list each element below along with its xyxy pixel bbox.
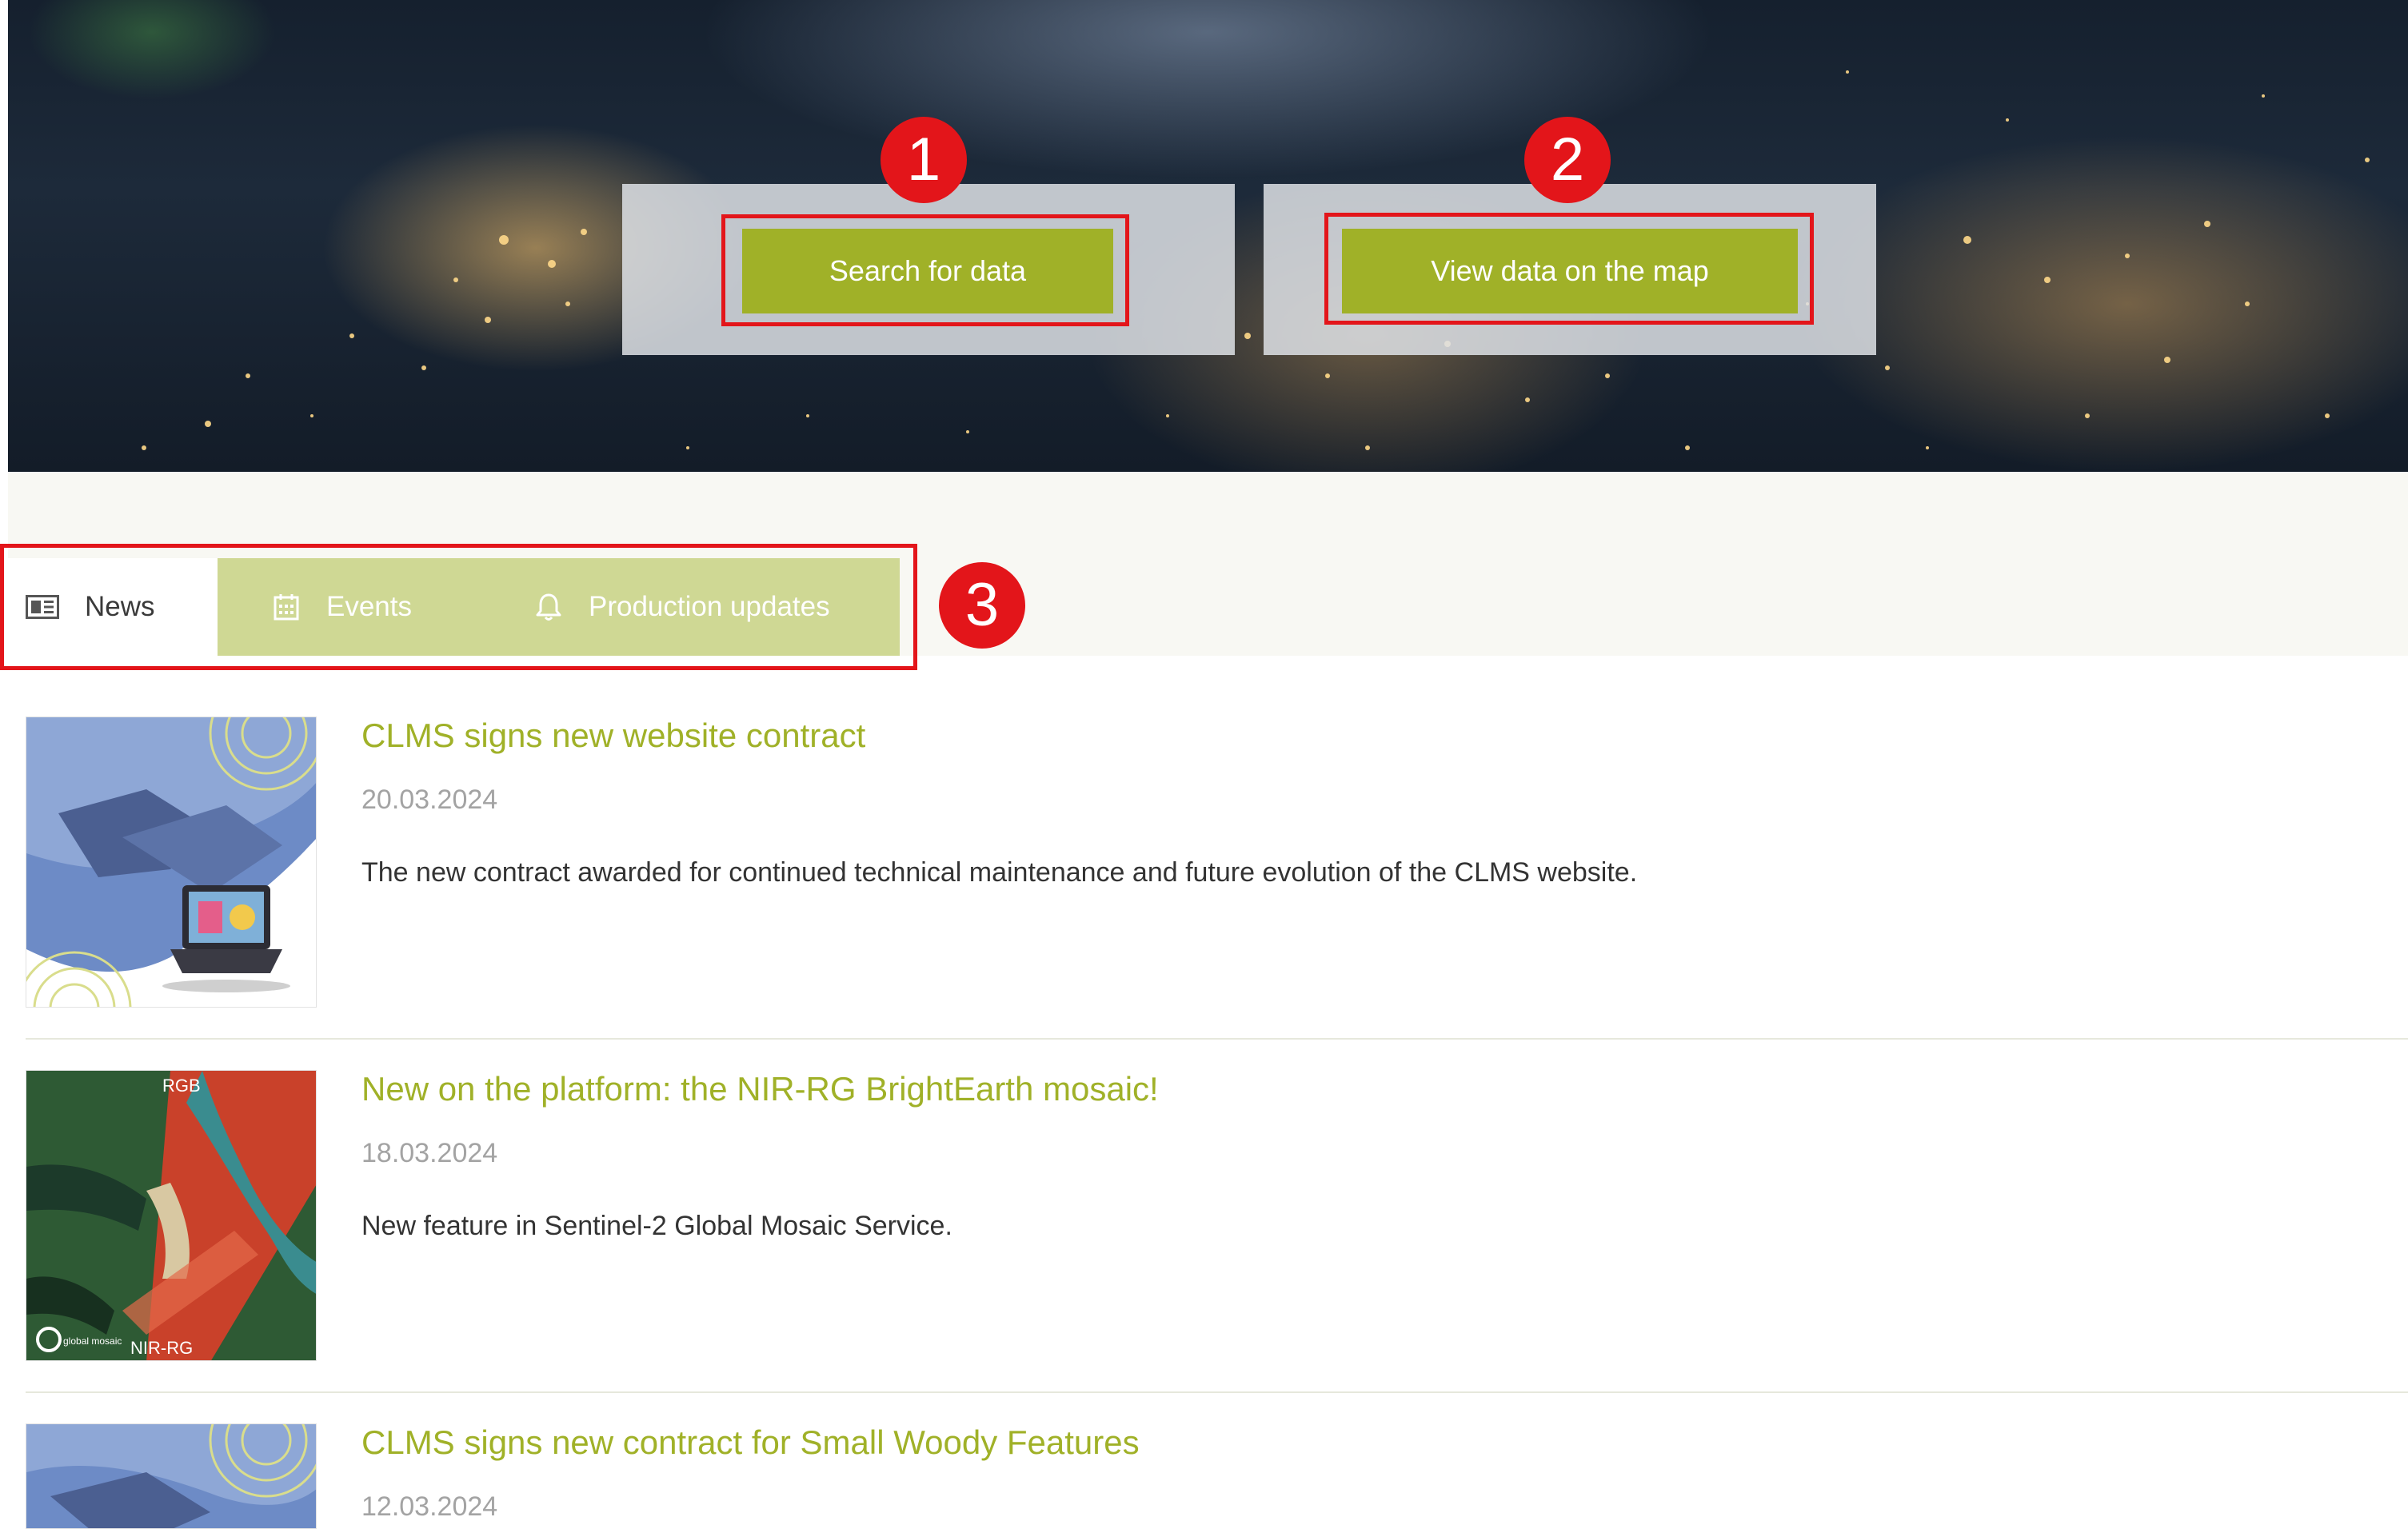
annotation-box-2 (1324, 213, 1814, 325)
news-separator (26, 1038, 2408, 1040)
news-date: 20.03.2024 (361, 784, 498, 815)
news-title[interactable]: CLMS signs new website contract (361, 717, 865, 755)
handshake-image (26, 1424, 316, 1528)
news-thumbnail[interactable] (26, 1423, 317, 1529)
satellite-mosaic-image: RGB NIR-RG global mosaic (26, 1071, 316, 1360)
news-thumbnail[interactable]: RGB NIR-RG global mosaic (26, 1070, 317, 1361)
news-title[interactable]: CLMS signs new contract for Small Woody … (361, 1423, 1140, 1462)
news-description: New feature in Sentinel-2 Global Mosaic … (361, 1211, 952, 1241)
annotation-box-3 (0, 544, 917, 670)
annotation-marker-1: 1 (881, 117, 967, 203)
annotation-box-1 (721, 214, 1129, 326)
global-mosaic-logo: global mosaic (63, 1335, 122, 1347)
news-separator (26, 1391, 2408, 1393)
news-thumbnail[interactable] (26, 717, 317, 1008)
news-description: The new contract awarded for continued t… (361, 857, 1638, 888)
nir-rg-label: NIR-RG (130, 1338, 193, 1358)
news-title[interactable]: New on the platform: the NIR-RG BrightEa… (361, 1070, 1159, 1108)
annotation-marker-3: 3 (939, 562, 1025, 649)
annotation-marker-2: 2 (1524, 117, 1611, 203)
rgb-label: RGB (162, 1076, 201, 1096)
news-date: 12.03.2024 (361, 1491, 498, 1522)
handshake-laptop-image (26, 717, 316, 1007)
news-date: 18.03.2024 (361, 1138, 498, 1168)
